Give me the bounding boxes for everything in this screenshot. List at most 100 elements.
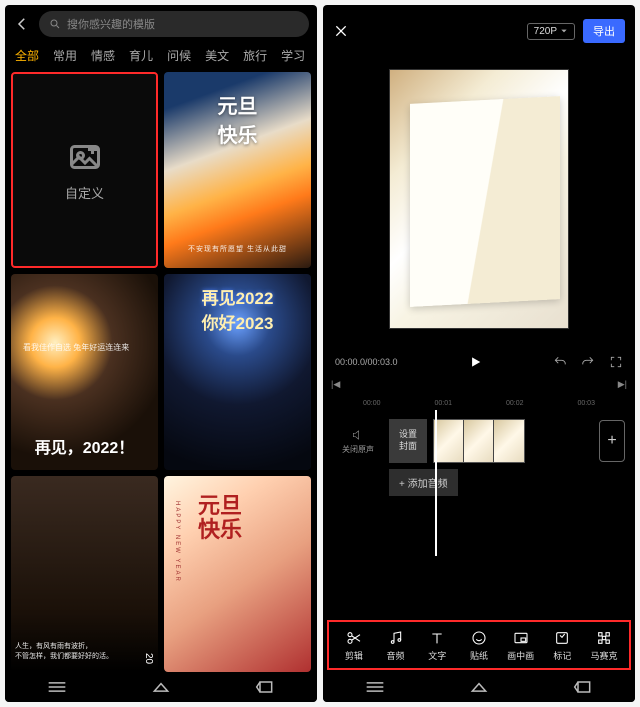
tool-audio[interactable]: 音频 xyxy=(376,630,416,662)
tab-essay[interactable]: 美文 xyxy=(205,47,229,64)
playhead[interactable] xyxy=(435,410,437,556)
nav-back-icon[interactable] xyxy=(255,680,275,694)
tool-text[interactable]: 文字 xyxy=(417,630,457,662)
tab-emotion[interactable]: 情感 xyxy=(91,47,115,64)
ruler-tick: 00:02 xyxy=(506,400,524,407)
scissors-icon xyxy=(346,630,362,646)
chevron-down-icon xyxy=(560,27,568,35)
set-cover-button[interactable]: 设置 封面 xyxy=(389,419,427,462)
clip-frame xyxy=(464,420,494,462)
close-icon[interactable] xyxy=(333,23,349,39)
editor-header: 720P 导出 xyxy=(323,5,635,49)
custom-label: 自定义 xyxy=(65,183,104,202)
card-year: 20 xyxy=(143,653,154,664)
category-tabs: 全部 常用 情感 育儿 问候 美文 旅行 学习 xyxy=(5,43,317,72)
card-title: 元旦 快乐 xyxy=(170,90,305,148)
music-note-icon xyxy=(388,630,404,646)
mute-label: 关闭原声 xyxy=(342,445,374,454)
card-text: 人生，有风有雨有波折， 不管怎样，我们都要好好的活。 xyxy=(15,642,154,662)
tool-label: 音频 xyxy=(387,649,405,662)
tool-mark[interactable]: 标记 xyxy=(542,630,582,662)
header-actions: 720P 导出 xyxy=(527,19,625,43)
search-row: 搜你感兴趣的模版 xyxy=(5,5,317,43)
mute-toggle[interactable]: 关闭原声 xyxy=(333,428,383,455)
custom-template-card[interactable]: 自定义 xyxy=(11,72,158,268)
template-card[interactable]: HAPPY NEW YEAR 元旦 快乐 xyxy=(164,476,311,672)
video-preview[interactable] xyxy=(323,49,635,349)
card-title: 再见，2022！ xyxy=(17,434,152,458)
skip-row: |◀ ▶| xyxy=(323,375,635,392)
playback-bar: 00:00.0/00:03.0 xyxy=(323,349,635,375)
search-placeholder: 搜你感兴趣的模版 xyxy=(67,16,155,32)
card-subtitle: HAPPY NEW YEAR xyxy=(174,501,180,583)
search-icon xyxy=(49,18,61,30)
template-card[interactable]: 元旦 快乐 不安现有所愿望 生活从此甜 xyxy=(164,72,311,268)
clip-frame xyxy=(494,420,524,462)
tool-label: 画中画 xyxy=(507,649,534,662)
template-card[interactable]: 再见2022 你好2023 xyxy=(164,274,311,470)
tool-label: 文字 xyxy=(428,649,446,662)
nav-back-icon[interactable] xyxy=(573,680,593,694)
tab-parenting[interactable]: 育儿 xyxy=(129,47,153,64)
smile-icon xyxy=(471,630,487,646)
resolution-label: 720P xyxy=(534,26,557,37)
editor-toolbar: 剪辑 音频 文字 贴纸 画中画 标记 马赛克 xyxy=(327,620,631,670)
search-input[interactable]: 搜你感兴趣的模版 xyxy=(39,11,309,37)
skip-next-icon[interactable]: ▶| xyxy=(618,379,627,390)
template-grid: 自定义 元旦 快乐 不安现有所愿望 生活从此甜 看我佳作自选 兔年好运连连来 再… xyxy=(5,72,317,672)
template-card[interactable]: 人生，有风有雨有波折， 不管怎样，我们都要好好的活。 20 xyxy=(11,476,158,672)
tab-all[interactable]: 全部 xyxy=(15,47,39,64)
video-track: 关闭原声 设置 封面 + xyxy=(333,419,625,463)
undo-icon[interactable] xyxy=(553,355,567,369)
text-icon xyxy=(429,630,445,646)
tab-greeting[interactable]: 问候 xyxy=(167,47,191,64)
mosaic-icon xyxy=(596,630,612,646)
tab-common[interactable]: 常用 xyxy=(53,47,77,64)
fullscreen-icon[interactable] xyxy=(609,355,623,369)
add-image-icon xyxy=(67,139,103,175)
ruler-tick: 00:03 xyxy=(577,400,595,407)
add-audio-button[interactable]: + 添加音频 xyxy=(389,469,458,496)
back-icon[interactable] xyxy=(13,15,31,33)
tool-label: 马赛克 xyxy=(591,649,618,662)
nav-home-icon[interactable] xyxy=(151,680,171,694)
card-subtitle: 不安现有所愿望 生活从此甜 xyxy=(170,244,305,254)
tool-label: 标记 xyxy=(553,649,571,662)
nav-home-icon[interactable] xyxy=(469,680,489,694)
tool-cut[interactable]: 剪辑 xyxy=(334,630,374,662)
ruler-tick: 00:01 xyxy=(434,400,452,407)
template-card[interactable]: 看我佳作自选 兔年好运连连来 再见，2022！ xyxy=(11,274,158,470)
nav-menu-icon[interactable] xyxy=(365,680,385,694)
ruler-tick: 00:00 xyxy=(363,400,381,407)
pip-icon xyxy=(513,630,529,646)
video-clip[interactable] xyxy=(433,419,525,463)
redo-icon[interactable] xyxy=(581,355,595,369)
timeline[interactable]: 00:00 00:01 00:02 00:03 关闭原声 设置 封面 + + 添… xyxy=(323,392,635,616)
tool-label: 贴纸 xyxy=(470,649,488,662)
speaker-icon xyxy=(351,428,365,442)
tool-label: 剪辑 xyxy=(345,649,363,662)
nav-menu-icon[interactable] xyxy=(47,680,67,694)
video-editor-screen: 720P 导出 00:00.0/00:03.0 |◀ ▶| 00:00 00:0… xyxy=(323,5,635,702)
template-browser-screen: 搜你感兴趣的模版 全部 常用 情感 育儿 问候 美文 旅行 学习 自定义 元旦 … xyxy=(5,5,317,702)
card-title: 元旦 快乐 xyxy=(198,494,242,542)
tab-travel[interactable]: 旅行 xyxy=(243,47,267,64)
tab-study[interactable]: 学习 xyxy=(281,47,305,64)
play-icon[interactable] xyxy=(468,355,482,369)
system-navbar xyxy=(5,672,317,702)
clip-frame xyxy=(434,420,464,462)
bookmark-icon xyxy=(554,630,570,646)
add-clip-button[interactable]: + xyxy=(599,420,625,462)
tool-sticker[interactable]: 贴纸 xyxy=(459,630,499,662)
preview-frame xyxy=(389,69,569,329)
tool-pip[interactable]: 画中画 xyxy=(501,630,541,662)
time-display: 00:00.0/00:03.0 xyxy=(335,357,398,367)
card-line1: 再见2022 xyxy=(170,284,305,309)
card-text: 看我佳作自选 兔年好运连连来 xyxy=(17,342,152,353)
export-button[interactable]: 导出 xyxy=(583,19,625,43)
time-ruler: 00:00 00:01 00:02 00:03 xyxy=(333,400,625,413)
resolution-selector[interactable]: 720P xyxy=(527,23,575,40)
tool-mosaic[interactable]: 马赛克 xyxy=(584,630,624,662)
skip-prev-icon[interactable]: |◀ xyxy=(331,379,340,390)
card-line2: 你好2023 xyxy=(170,309,305,334)
